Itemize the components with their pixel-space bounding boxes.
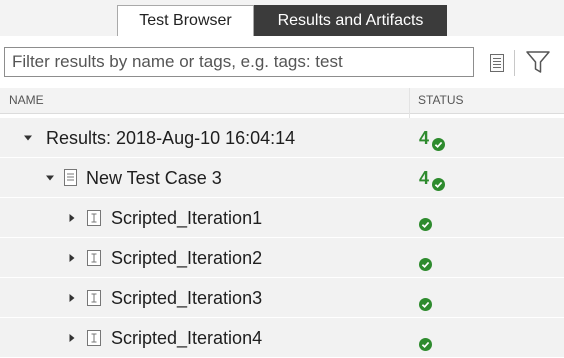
tree-row-results[interactable]: Results: 2018-Aug-10 16:04:14 4 [0,118,564,158]
list-options-icon[interactable] [484,50,510,76]
results-table-header: NAME STATUS [0,88,564,114]
tab-results-and-artifacts[interactable]: Results and Artifacts [254,5,447,36]
results-passed-count: 4 [419,128,430,148]
column-header-name[interactable]: NAME [9,88,44,113]
check-passed-icon [419,218,432,231]
filter-bar [0,36,564,86]
column-header-status[interactable]: STATUS [418,88,464,113]
toolbar-separator [514,50,515,76]
check-passed-icon [419,338,432,351]
iteration-label: Scripted_Iteration4 [111,328,263,348]
iteration-icon [87,210,101,226]
check-passed-icon [432,138,445,151]
tab-test-browser[interactable]: Test Browser [117,5,254,36]
iteration-icon [87,250,101,266]
check-passed-icon [419,258,432,271]
iteration-icon [87,330,101,346]
tab-strip: Test Browser Results and Artifacts [0,0,564,36]
tree-row-iteration[interactable]: Scripted_Iteration3 [0,278,564,318]
test-case-document-icon [64,169,77,186]
filter-results-input[interactable] [4,47,474,77]
iteration-label: Scripted_Iteration1 [111,208,263,228]
chevron-right-icon[interactable] [66,292,78,304]
results-run-label: Results: 2018-Aug-10 16:04:14 [46,128,296,148]
iteration-label: Scripted_Iteration2 [111,248,263,268]
chevron-down-icon[interactable] [44,172,56,184]
tree-row-test-case[interactable]: New Test Case 3 4 [0,158,564,198]
chevron-right-icon[interactable] [66,252,78,264]
tree-row-iteration[interactable]: Scripted_Iteration4 [0,318,564,358]
chevron-right-icon[interactable] [66,332,78,344]
test-case-label: New Test Case 3 [86,168,222,188]
iteration-label: Scripted_Iteration3 [111,288,263,308]
check-passed-icon [432,178,445,191]
chevron-down-icon[interactable] [22,132,34,144]
tree-row-iteration[interactable]: Scripted_Iteration1 [0,198,564,238]
chevron-right-icon[interactable] [66,212,78,224]
tree-row-iteration[interactable]: Scripted_Iteration2 [0,238,564,278]
filter-funnel-icon[interactable] [524,48,550,74]
test-case-passed-count: 4 [419,168,430,188]
iteration-icon [87,290,101,306]
check-passed-icon [419,298,432,311]
